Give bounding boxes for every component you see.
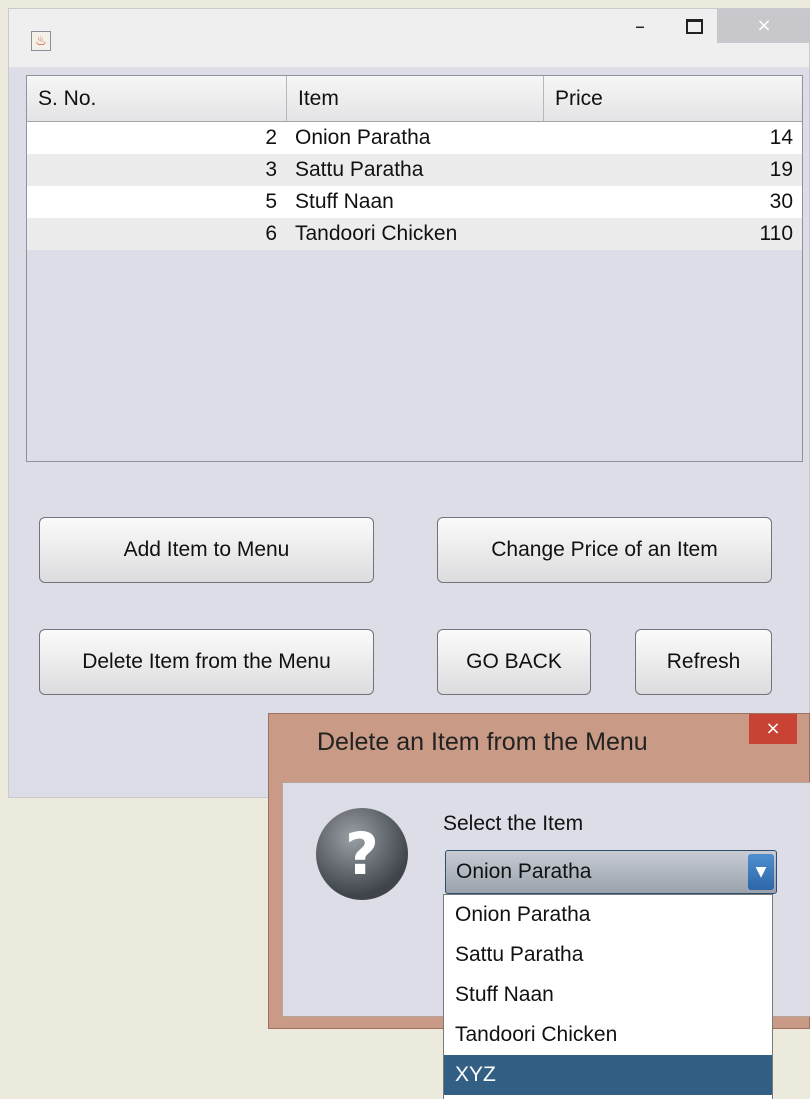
table-body: 2 Onion Paratha 14 3 Sattu Paratha 19 5 … <box>27 122 802 250</box>
cell-sno: 2 <box>265 126 277 149</box>
cell-price: 14 <box>769 126 793 149</box>
table-row[interactable]: 5 Stuff Naan 30 <box>27 186 802 218</box>
question-icon: ? <box>316 808 408 900</box>
column-header-item[interactable]: Item <box>287 76 544 121</box>
cell-item: Stuff Naan <box>295 190 394 213</box>
select-current-value: Onion Paratha <box>456 860 592 883</box>
go-back-button[interactable]: GO BACK <box>437 629 591 695</box>
cell-sno: 5 <box>265 190 277 213</box>
column-header-price[interactable]: Price <box>544 76 804 121</box>
minimize-button[interactable]: – <box>617 9 663 43</box>
cell-price: 30 <box>769 190 793 213</box>
close-button[interactable]: × <box>717 9 810 43</box>
change-price-button[interactable]: Change Price of an Item <box>437 517 772 583</box>
cell-item: Onion Paratha <box>295 126 431 149</box>
dropdown-option[interactable]: Onion Paratha <box>444 895 772 935</box>
table-row[interactable]: 2 Onion Paratha 14 <box>27 122 802 154</box>
dropdown-option[interactable]: Stuff Naan <box>444 975 772 1015</box>
title-bar[interactable]: ♨ – × <box>9 9 810 67</box>
java-app-icon: ♨ <box>31 31 51 51</box>
cell-sno: 6 <box>265 222 277 245</box>
menu-table[interactable]: S. No. Item Price 2 Onion Paratha 14 3 S… <box>26 75 803 462</box>
dropdown-option[interactable]: Sattu Paratha <box>444 935 772 975</box>
maximize-icon <box>685 19 703 34</box>
maximize-button[interactable] <box>671 9 717 43</box>
table-row[interactable]: 3 Sattu Paratha 19 <box>27 154 802 186</box>
select-item-label: Select the Item <box>443 812 584 835</box>
cell-price: 110 <box>759 222 793 245</box>
cell-price: 19 <box>769 158 793 181</box>
cell-item: Sattu Paratha <box>295 158 424 181</box>
refresh-button[interactable]: Refresh <box>635 629 772 695</box>
main-window: ♨ – × S. No. Item Price 2 Onion Paratha … <box>8 8 810 798</box>
table-header: S. No. Item Price <box>27 76 802 122</box>
dropdown-options-list[interactable]: Onion Paratha Sattu Paratha Stuff Naan T… <box>443 894 773 1099</box>
cell-item: Tandoori Chicken <box>295 222 458 245</box>
column-header-sno[interactable]: S. No. <box>27 76 287 121</box>
dialog-close-button[interactable]: × <box>749 714 797 744</box>
table-row[interactable]: 6 Tandoori Chicken 110 <box>27 218 802 250</box>
chevron-down-icon[interactable]: ▼ <box>748 854 774 890</box>
delete-item-button[interactable]: Delete Item from the Menu <box>39 629 374 695</box>
cell-sno: 3 <box>265 158 277 181</box>
add-item-button[interactable]: Add Item to Menu <box>39 517 374 583</box>
dropdown-option-highlighted[interactable]: XYZ <box>444 1055 772 1095</box>
dialog-title: Delete an Item from the Menu <box>317 728 648 756</box>
dropdown-option[interactable]: Tandoori Chicken <box>444 1015 772 1055</box>
item-select-dropdown[interactable]: Onion Paratha ▼ <box>445 850 777 894</box>
